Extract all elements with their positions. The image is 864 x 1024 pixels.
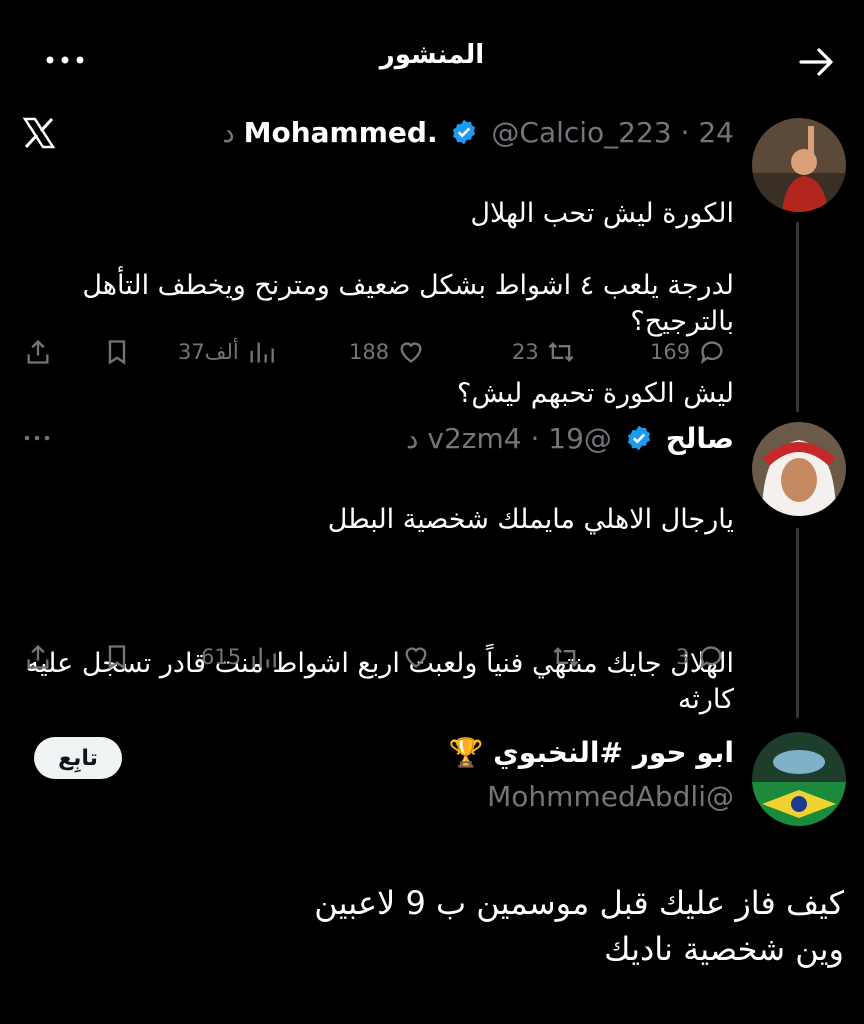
follow-button[interactable]: تابِع [34,737,122,779]
arrow-right-icon [799,48,833,76]
like-count: 188 [349,340,390,364]
author-name[interactable]: ابو حور #النخبوي 🏆 [449,736,734,769]
tweet-line: كيف فاز عليك قبل موسمين ب 9 لاعبين [314,884,844,922]
back-button[interactable] [795,40,839,84]
reply-button[interactable]: 3 [676,643,725,671]
reply-button[interactable]: 169 [650,338,726,366]
views-button[interactable]: 37ألف [178,338,275,366]
author-name[interactable]: Mohammed. [244,116,438,149]
more-icon [46,56,84,64]
heart-icon [405,647,427,668]
tweet-header: Mohammed. @Calcio_223 · 24 د [222,116,734,149]
tweet-line: الكورة ليش تحب الهلال [470,198,734,229]
tweet-header: صالح @v2zm4 · 19 د [406,422,734,455]
more-options-button[interactable] [40,45,90,75]
x-logo-icon [22,116,56,150]
author-name[interactable]: صالح [666,422,734,455]
retweet-button[interactable] [552,643,580,671]
tweet-body: كيف فاز عليك قبل موسمين ب 9 لاعبين وين ش… [24,880,844,972]
more-icon [24,435,50,441]
bookmark-button[interactable] [103,338,131,366]
avatar[interactable] [752,422,846,516]
like-button[interactable] [402,643,430,671]
share-button[interactable] [24,643,52,671]
thread-line [796,528,799,718]
author-name-row: ابو حور #النخبوي 🏆 [449,736,734,769]
bookmark-button[interactable] [103,643,131,671]
bar-chart-icon [250,342,274,363]
reply-count: 169 [650,340,691,364]
views-button[interactable]: 615 [201,643,277,671]
share-button[interactable] [24,338,52,366]
heart-icon [400,342,422,363]
bar-chart-icon [252,647,276,668]
tweet-line: لدرجة يلعب ٤ اشواط بشكل ضعيف ومترنح ويخط… [82,270,734,337]
verified-icon [627,425,650,451]
avatar[interactable] [752,118,846,212]
author-handle[interactable]: @Calcio_223 [491,116,671,149]
reply-count: 3 [676,645,690,669]
retweet-button[interactable]: 23 [512,338,575,366]
like-button[interactable]: 188 [349,338,425,366]
retweet-icon [548,342,574,362]
author-handle[interactable]: @v2zm4 [427,422,612,455]
tweet-line: ليش الكورة تحبهم ليش؟ [457,378,734,409]
more-options-button[interactable] [22,428,52,448]
tweet-line: يارجال الاهلي مايملك شخصية البطل [327,504,734,535]
avatar[interactable] [752,732,846,826]
retweet-count: 23 [512,340,539,364]
bookmark-icon [108,645,126,670]
share-icon [27,339,49,364]
reply-icon [700,646,722,670]
page-title: المنشور [379,40,485,70]
views-count: 615 [201,645,242,669]
author-handle[interactable]: @MohmmedAbdli [487,780,734,813]
verified-icon [453,119,476,145]
reply-icon [700,341,723,365]
tweet-line: وين شخصية ناديك [604,930,844,968]
views-count: 37ألف [178,340,239,364]
bookmark-icon [108,340,126,365]
retweet-icon [553,647,579,667]
tweet-body: يارجال الاهلي مايملك شخصية البطل الهلال … [22,466,734,754]
share-icon [27,644,49,669]
tweet-body: الكورة ليش تحب الهلال لدرجة يلعب ٤ اشواط… [22,160,734,448]
thread-line [796,222,799,412]
tweet-line [22,574,734,610]
